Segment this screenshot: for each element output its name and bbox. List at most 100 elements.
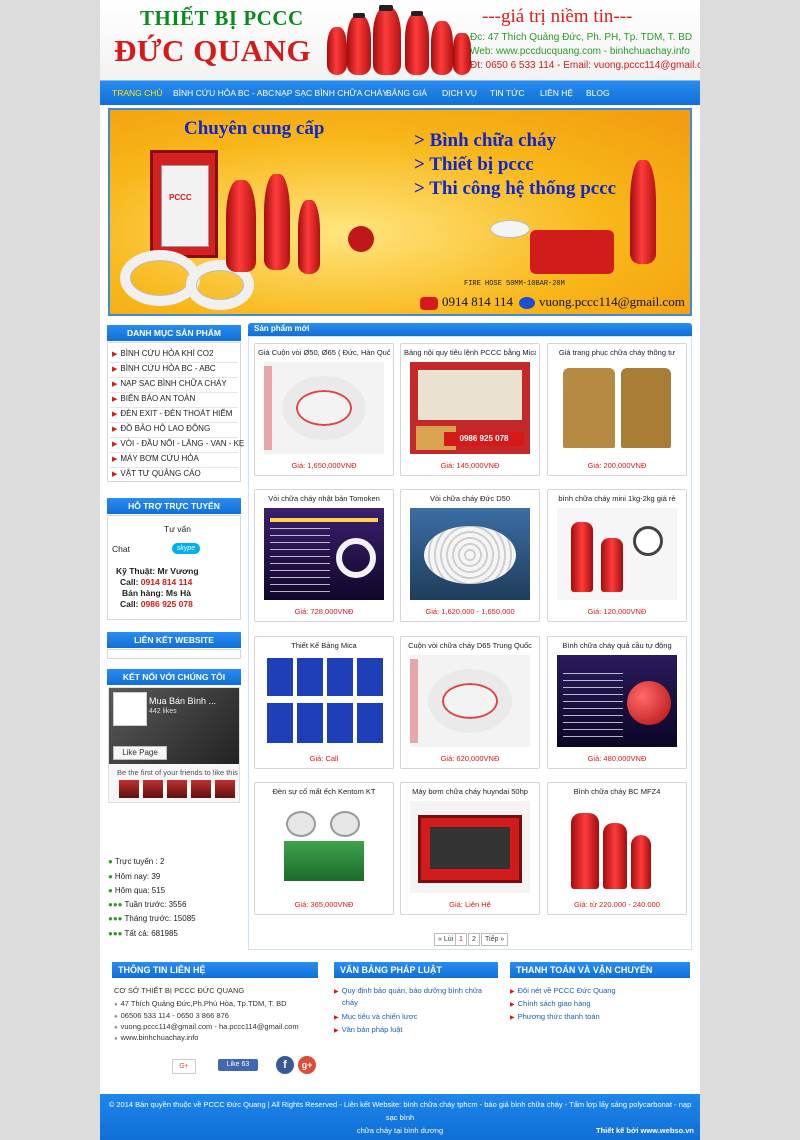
- product-card[interactable]: Bảng nội quy tiêu lệnh PCCC bằng Mica 098…: [400, 343, 540, 476]
- category-item[interactable]: ▶ VÒI - ĐẦU NỐI - LĂNG - VAN - KẸ: [112, 439, 244, 448]
- hero-banner[interactable]: Chuyên cung cấp > Bình chữa cháy > Thiết…: [108, 108, 692, 316]
- product-title[interactable]: Vòi chữa cháy nhật bản Tomoken: [258, 494, 390, 503]
- friend-avatar: [119, 780, 139, 798]
- facebook-like-page-button[interactable]: Like Page: [113, 746, 167, 760]
- designer-credit[interactable]: Thiết kế bởi www.webso.vn: [596, 1126, 694, 1135]
- product-image[interactable]: [410, 801, 530, 893]
- support-sales-call-label: Call:: [120, 599, 139, 609]
- product-title[interactable]: Bình chữa cháy quả cầu tự động: [551, 641, 683, 650]
- footer-law-link-cont[interactable]: cháy: [342, 998, 358, 1007]
- product-title[interactable]: Giá Cuộn vòi Ø50, Ø65 ( Đức, Hàn Quốc,: [258, 348, 390, 357]
- product-image[interactable]: [557, 508, 677, 600]
- arrow-right-icon: ▶: [334, 989, 339, 995]
- facebook-page-name[interactable]: Mua Bán Bình ...: [149, 696, 216, 706]
- category-item[interactable]: ▶ NẠP SẠC BÌNH CHỮA CHÁY: [112, 379, 227, 388]
- product-card[interactable]: Giá Cuộn vòi Ø50, Ø65 ( Đức, Hàn Quốc, Gi…: [254, 343, 394, 476]
- users-icon: ●●●: [108, 900, 123, 909]
- product-title[interactable]: Thiết Kế Bảng Mica: [258, 641, 390, 650]
- product-card[interactable]: Thiết Kế Bảng Mica Giá: Call: [254, 636, 394, 769]
- footer-website[interactable]: ● www.binhchuachay.info: [114, 1033, 198, 1042]
- support-tech-phone[interactable]: 0914 814 114: [141, 577, 193, 587]
- product-image[interactable]: [557, 362, 677, 454]
- product-price: Giá: Liên Hệ: [449, 900, 491, 909]
- footer-law-link[interactable]: ▶ Mục tiêu và chiến lược: [334, 1012, 417, 1021]
- product-image[interactable]: [264, 801, 384, 893]
- product-image[interactable]: [410, 508, 530, 600]
- product-title[interactable]: Cuộn vòi chữa cháy D65 Trung Quốc: [404, 641, 536, 650]
- category-label: ĐÈN EXIT - ĐÈN THOÁT HIỂM: [120, 409, 233, 418]
- product-card[interactable]: Bình chữa cháy quả cầu tự động Giá: 480,0…: [547, 636, 687, 769]
- friend-avatar: [167, 780, 187, 798]
- support-tech: Kỹ Thuật: Mr Vương: [116, 566, 199, 576]
- facebook-widget[interactable]: Mua Bán Bình ... 442 likes Like Page Be …: [108, 687, 240, 803]
- nav-price-list[interactable]: BẢNG GIÁ: [386, 88, 427, 98]
- product-image[interactable]: [264, 362, 384, 454]
- nav-recharge[interactable]: NẠP SẠC BÌNH CHỮA CHÁY: [275, 88, 388, 98]
- product-title[interactable]: Bình chữa cháy BC MFZ4: [551, 787, 683, 796]
- skype-button[interactable]: skype: [172, 543, 200, 554]
- google-plus-button[interactable]: G+: [172, 1059, 196, 1074]
- footer-law-link[interactable]: ▶ Quy định bảo quản, bảo dưỡng bình chữa: [334, 986, 482, 995]
- product-card[interactable]: Bình chữa cháy BC MFZ4 Giá: từ 220.000 - …: [547, 782, 687, 915]
- product-title[interactable]: bình chữa cháy mini 1kg-2kg giá rẻ: [551, 494, 683, 503]
- product-image[interactable]: [557, 801, 677, 893]
- pager-next[interactable]: Tiếp »: [481, 933, 509, 946]
- google-plus-icon[interactable]: g+: [298, 1056, 316, 1074]
- nav-blog[interactable]: BLOG: [586, 88, 610, 98]
- arrow-right-icon: ▶: [112, 366, 118, 373]
- stat-yesterday: ● Hôm qua: 515: [108, 886, 166, 895]
- nav-services[interactable]: DỊCH VỤ: [442, 88, 477, 98]
- product-image[interactable]: [557, 655, 677, 747]
- logo-top-text[interactable]: THIẾT BỊ PCCC: [140, 6, 304, 31]
- product-image[interactable]: 0986 925 078: [410, 362, 530, 454]
- logo-main-text[interactable]: ĐỨC QUANG: [114, 33, 311, 69]
- stat-total: ●●● Tất cả: 681985: [108, 929, 178, 938]
- nav-bc-abc[interactable]: BÌNH CỨU HỎA BC - ABC: [173, 88, 274, 98]
- product-price: Giá: 145,000VNĐ: [440, 461, 500, 470]
- banner-pump: [530, 230, 614, 274]
- product-card[interactable]: Máy bơm chữa cháy huyndai 50hp Giá: Liên …: [400, 782, 540, 915]
- product-card[interactable]: bình chữa cháy mini 1kg-2kg giá rẻ Giá: 1…: [547, 489, 687, 622]
- footer-pay-link[interactable]: ▶ Phương thức thanh toán: [510, 1012, 600, 1021]
- product-title[interactable]: Đèn sự cố mất ếch Kentom KT: [258, 787, 390, 796]
- product-title[interactable]: Máy bơm chữa cháy huyndai 50hp: [404, 787, 536, 796]
- product-card[interactable]: Đèn sự cố mất ếch Kentom KT Giá: 365,000V…: [254, 782, 394, 915]
- pager-prev[interactable]: « Lùi: [434, 933, 458, 946]
- page-logo: [113, 692, 147, 726]
- product-card[interactable]: Vòi chữa cháy Đức D50 Giá: 1,620,000 - 1,…: [400, 489, 540, 622]
- banner-extinguisher: [226, 180, 256, 272]
- category-item[interactable]: ▶ VẬT TƯ QUẢNG CÁO: [112, 469, 201, 478]
- arrow-right-icon: ▶: [112, 381, 118, 388]
- footer-law-link[interactable]: ▶ Văn bản pháp luật: [334, 1025, 403, 1034]
- product-card[interactable]: Cuộn vòi chữa cháy D65 Trung Quốc Giá: 62…: [400, 636, 540, 769]
- facebook-like-button[interactable]: Like 63: [218, 1059, 258, 1071]
- product-title[interactable]: Vòi chữa cháy Đức D50: [404, 494, 536, 503]
- category-item[interactable]: ▶ BIỂN BÁO AN TOÀN: [112, 394, 195, 403]
- product-price: Giá: 1,650,000VNĐ: [291, 461, 357, 470]
- product-image[interactable]: [264, 508, 384, 600]
- nav-home[interactable]: TRANG CHỦ: [112, 88, 163, 98]
- user-icon: ●: [108, 872, 113, 881]
- users-icon: ●●●: [108, 914, 123, 923]
- support-sales-phone[interactable]: 0986 925 078: [141, 599, 193, 609]
- footer-pay-link[interactable]: ▶ Chính sách giao hàng: [510, 999, 591, 1008]
- links-box: [107, 649, 241, 659]
- product-image[interactable]: [264, 655, 384, 747]
- nav-news[interactable]: TIN TỨC: [490, 88, 525, 98]
- category-item[interactable]: ▶ ĐÈN EXIT - ĐÈN THOÁT HIỂM: [112, 409, 232, 418]
- category-item[interactable]: ▶ ĐỒ BẢO HỘ LAO ĐỘNG: [112, 424, 210, 433]
- facebook-icon[interactable]: f: [276, 1056, 294, 1074]
- product-title[interactable]: Giá trang phục chữa cháy thông tư: [551, 348, 683, 357]
- category-item[interactable]: ▶ BÌNH CỨU HỎA KHÍ CO2: [112, 349, 213, 358]
- product-card[interactable]: Vòi chữa cháy nhật bản Tomoken Giá: 728,0…: [254, 489, 394, 622]
- product-title[interactable]: Bảng nội quy tiêu lệnh PCCC bằng Mica: [404, 348, 536, 357]
- pager-page-1[interactable]: 1: [455, 933, 467, 946]
- support-tech-call-label: Call:: [120, 577, 139, 587]
- nav-contact[interactable]: LIÊN HỆ: [540, 88, 573, 98]
- category-item[interactable]: ▶ BÌNH CỨU HỎA BC - ABC: [112, 364, 216, 373]
- product-image[interactable]: [410, 655, 530, 747]
- footer-pay-link[interactable]: ▶ Đôi nét về PCCC Đức Quang: [510, 986, 616, 995]
- pager-page-2[interactable]: 2: [468, 933, 480, 946]
- category-item[interactable]: ▶ MÁY BƠM CỨU HỎA: [112, 454, 199, 463]
- product-card[interactable]: Giá trang phục chữa cháy thông tư Giá: 20…: [547, 343, 687, 476]
